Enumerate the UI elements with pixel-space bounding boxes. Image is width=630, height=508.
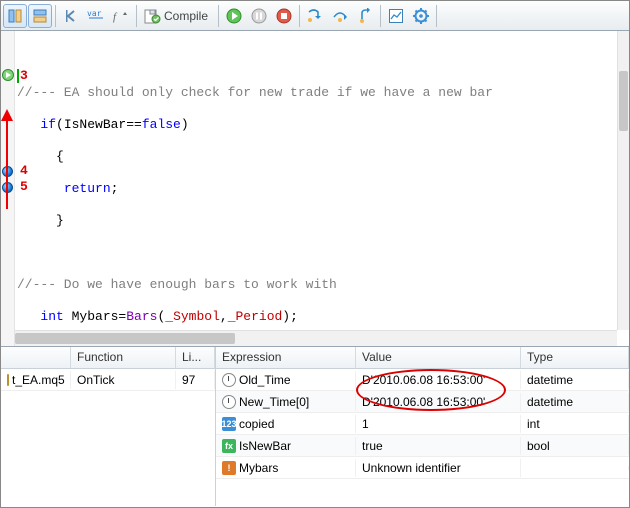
- separator: [380, 5, 381, 27]
- col-function[interactable]: Function: [71, 347, 176, 368]
- cell-function: OnTick: [71, 371, 176, 389]
- col-type[interactable]: Type: [521, 347, 629, 368]
- num-icon: 123: [222, 417, 236, 431]
- cell-type: datetime: [521, 393, 629, 411]
- cell-expression: Old_Time: [216, 371, 356, 389]
- navigate-back-button[interactable]: [59, 4, 83, 28]
- vertical-scrollbar[interactable]: [617, 31, 629, 330]
- code-text: //--- EA should only check for new trade…: [17, 85, 493, 100]
- watch-row[interactable]: Old_Time D'2010.06.08 16:53:00'datetime: [216, 369, 629, 391]
- current-line-marker: [1, 68, 15, 82]
- cell-text: t_EA.mq5: [12, 373, 65, 387]
- callstack-row[interactable]: t_EA.mq5 OnTick 97: [1, 369, 215, 391]
- watch-row[interactable]: !MybarsUnknown identifier: [216, 457, 629, 479]
- cell-expression: 123copied: [216, 415, 356, 433]
- open-chart-button[interactable]: [384, 4, 408, 28]
- code-area[interactable]: //--- EA should only check for new trade…: [15, 31, 617, 330]
- cell-value: 1: [356, 415, 521, 433]
- horizontal-scrollbar[interactable]: [15, 330, 617, 346]
- step-into-button[interactable]: [303, 4, 327, 28]
- cell-file: t_EA.mq5: [1, 371, 71, 389]
- col-value[interactable]: Value: [356, 347, 521, 368]
- cell-expression: New_Time[0]: [216, 393, 356, 411]
- cell-value: Unknown identifier: [356, 459, 521, 477]
- watch-header: Expression Value Type: [216, 347, 629, 369]
- cell-value: D'2010.06.08 16:53:00': [356, 371, 521, 389]
- separator: [218, 5, 219, 27]
- compile-label: Compile: [164, 9, 208, 23]
- separator: [136, 5, 137, 27]
- cell-text: New_Time[0]: [239, 395, 309, 409]
- cell-type: [521, 466, 629, 470]
- separator: [436, 5, 437, 27]
- watch-row[interactable]: 123copied1int: [216, 413, 629, 435]
- cell-expression: !Mybars: [216, 459, 356, 477]
- debug-panels: Function Li... t_EA.mq5 OnTick 97 Expres…: [1, 346, 629, 506]
- function-list-button[interactable]: f: [109, 4, 133, 28]
- cell-text: IsNewBar: [239, 439, 291, 453]
- svg-text:var: var: [87, 9, 102, 18]
- callstack-header: Function Li...: [1, 347, 215, 369]
- col-line[interactable]: Li...: [176, 347, 215, 368]
- start-debug-button[interactable]: [222, 4, 246, 28]
- clock-icon: [222, 395, 236, 409]
- separator: [55, 5, 56, 27]
- watch-row[interactable]: fxIsNewBartruebool: [216, 435, 629, 457]
- cell-type: datetime: [521, 371, 629, 389]
- pause-debug-button[interactable]: [247, 4, 271, 28]
- callstack-panel: Function Li... t_EA.mq5 OnTick 97: [1, 347, 216, 506]
- cell-line: 97: [176, 371, 215, 389]
- file-icon: [7, 374, 9, 386]
- clock-icon: [222, 373, 236, 387]
- err-icon: !: [222, 461, 236, 475]
- cell-text: Mybars: [239, 461, 278, 475]
- settings-button[interactable]: [409, 4, 433, 28]
- cell-text: Old_Time: [239, 373, 291, 387]
- cell-value: D'2010.06.08 16:53:00': [356, 393, 521, 411]
- col-file[interactable]: [1, 347, 71, 368]
- toggle-folding-button[interactable]: [28, 4, 52, 28]
- cell-value: true: [356, 437, 521, 455]
- separator: [299, 5, 300, 27]
- cell-text: copied: [239, 417, 274, 431]
- cell-expression: fxIsNewBar: [216, 437, 356, 455]
- compile-button[interactable]: Compile: [140, 4, 215, 28]
- step-out-button[interactable]: [353, 4, 377, 28]
- stop-debug-button[interactable]: [272, 4, 296, 28]
- svg-text:f: f: [113, 11, 118, 23]
- code-editor[interactable]: 3 4 5 //--- EA should only check for new…: [1, 31, 629, 346]
- cell-type: int: [521, 415, 629, 433]
- toolbar: var f Compile: [1, 1, 629, 31]
- toggle-bookmarks-button[interactable]: [3, 4, 27, 28]
- col-expression[interactable]: Expression: [216, 347, 356, 368]
- step-over-button[interactable]: [328, 4, 352, 28]
- toggle-var-watch-button[interactable]: var: [84, 4, 108, 28]
- watch-row[interactable]: New_Time[0] D'2010.06.08 16:53:00'datetim…: [216, 391, 629, 413]
- cell-type: bool: [521, 437, 629, 455]
- bool-icon: fx: [222, 439, 236, 453]
- annotation-arrow: [6, 113, 8, 209]
- watch-panel: Expression Value Type Old_Time D'2010.06.…: [216, 347, 629, 506]
